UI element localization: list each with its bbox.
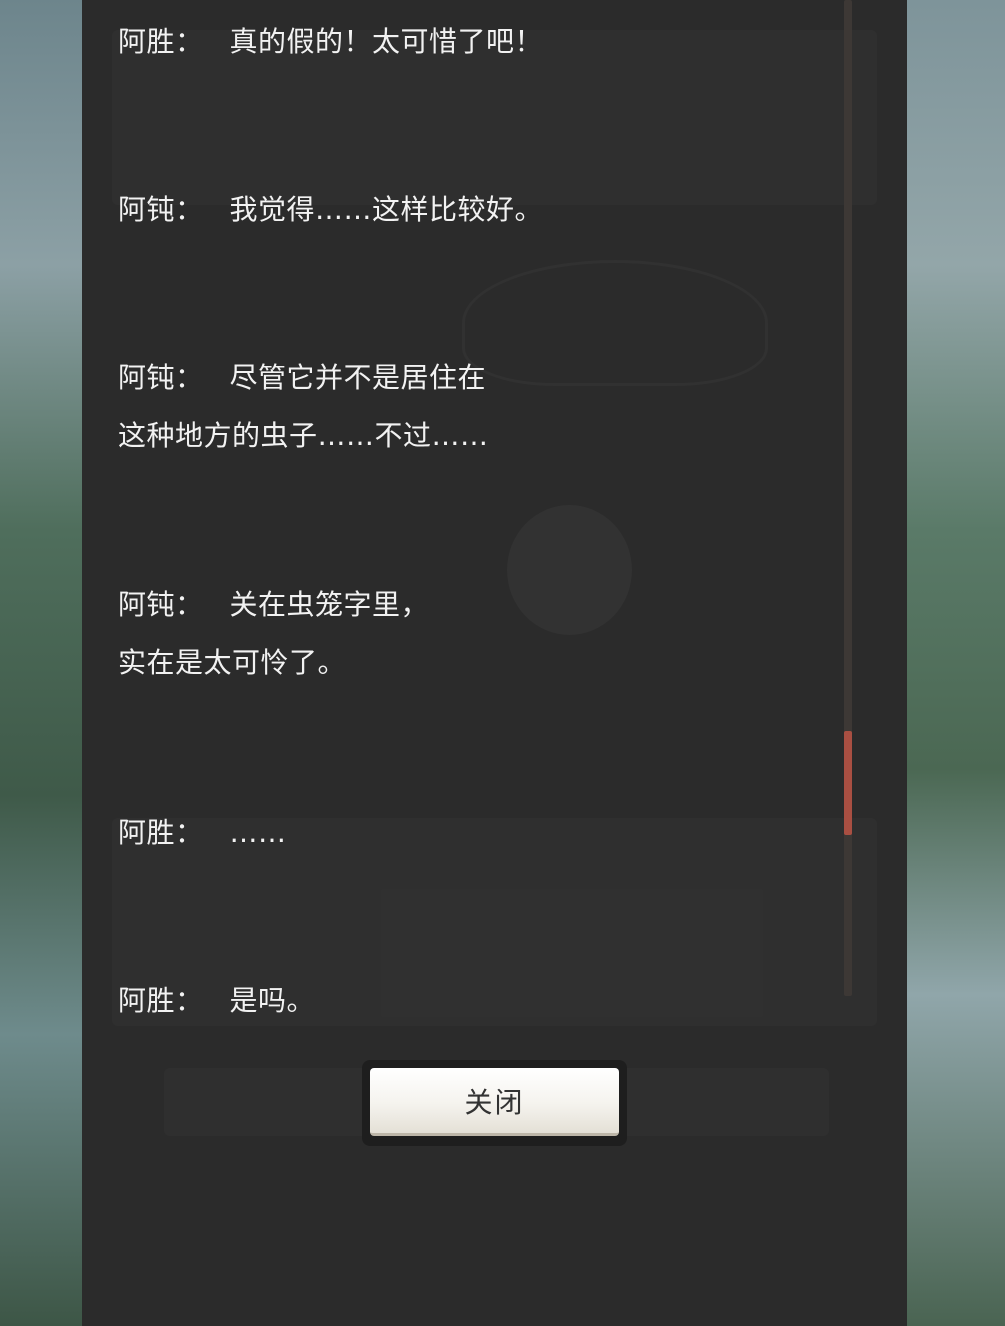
dialogue-text: 实在是太可怜了。: [118, 646, 347, 679]
scrollbar-track[interactable]: [844, 0, 852, 996]
dialogue-entry: 阿钝： 我觉得……这样比较好。: [118, 181, 543, 239]
dialogue-entry: 阿胜： 真的假的！太可惜了吧！: [118, 13, 543, 71]
dialogue-entry: 阿胜： ……: [118, 804, 287, 862]
dialogue-text: ……: [229, 816, 287, 849]
dialogue-text: 真的假的！太可惜了吧！: [229, 25, 544, 58]
dialogue-entries[interactable]: 阿胜： 真的假的！太可惜了吧！ 阿钝： 我觉得……这样比较好。 阿钝： 尽管它并不是居…: [82, 0, 842, 1046]
speaker-name: 阿钝：: [118, 361, 204, 394]
dialogue-log-panel: 阿胜： 真的假的！太可惜了吧！ 阿钝： 我觉得……这样比较好。 阿钝： 尽管它并不是居…: [82, 0, 907, 1326]
dialogue-entry: 阿钝： 关在虫笼字里， 实在是太可怜了。: [118, 576, 429, 692]
background-scenery-right: [907, 0, 1005, 1326]
dialogue-entry: 阿胜： 是吗。: [118, 972, 315, 1030]
speaker-name: 阿胜：: [118, 984, 204, 1017]
speaker-name: 阿钝：: [118, 193, 204, 226]
background-scenery-left: [0, 0, 82, 1326]
speaker-name: 阿胜：: [118, 25, 204, 58]
close-button-frame: 关闭: [362, 1060, 627, 1146]
dialogue-text: 关在虫笼字里，: [229, 588, 430, 621]
close-button[interactable]: 关闭: [370, 1068, 619, 1136]
speaker-name: 阿钝：: [118, 588, 204, 621]
dialogue-text: 这种地方的虫子……不过……: [118, 419, 489, 452]
speaker-name: 阿胜：: [118, 816, 204, 849]
dialogue-text: 是吗。: [229, 984, 316, 1017]
dialogue-entry: 阿钝： 尽管它并不是居住在 这种地方的虫子……不过……: [118, 349, 489, 465]
scrollbar-thumb[interactable]: [844, 731, 852, 835]
dialogue-text: 尽管它并不是居住在: [229, 361, 487, 394]
dialogue-text: 我觉得……这样比较好。: [229, 193, 544, 226]
